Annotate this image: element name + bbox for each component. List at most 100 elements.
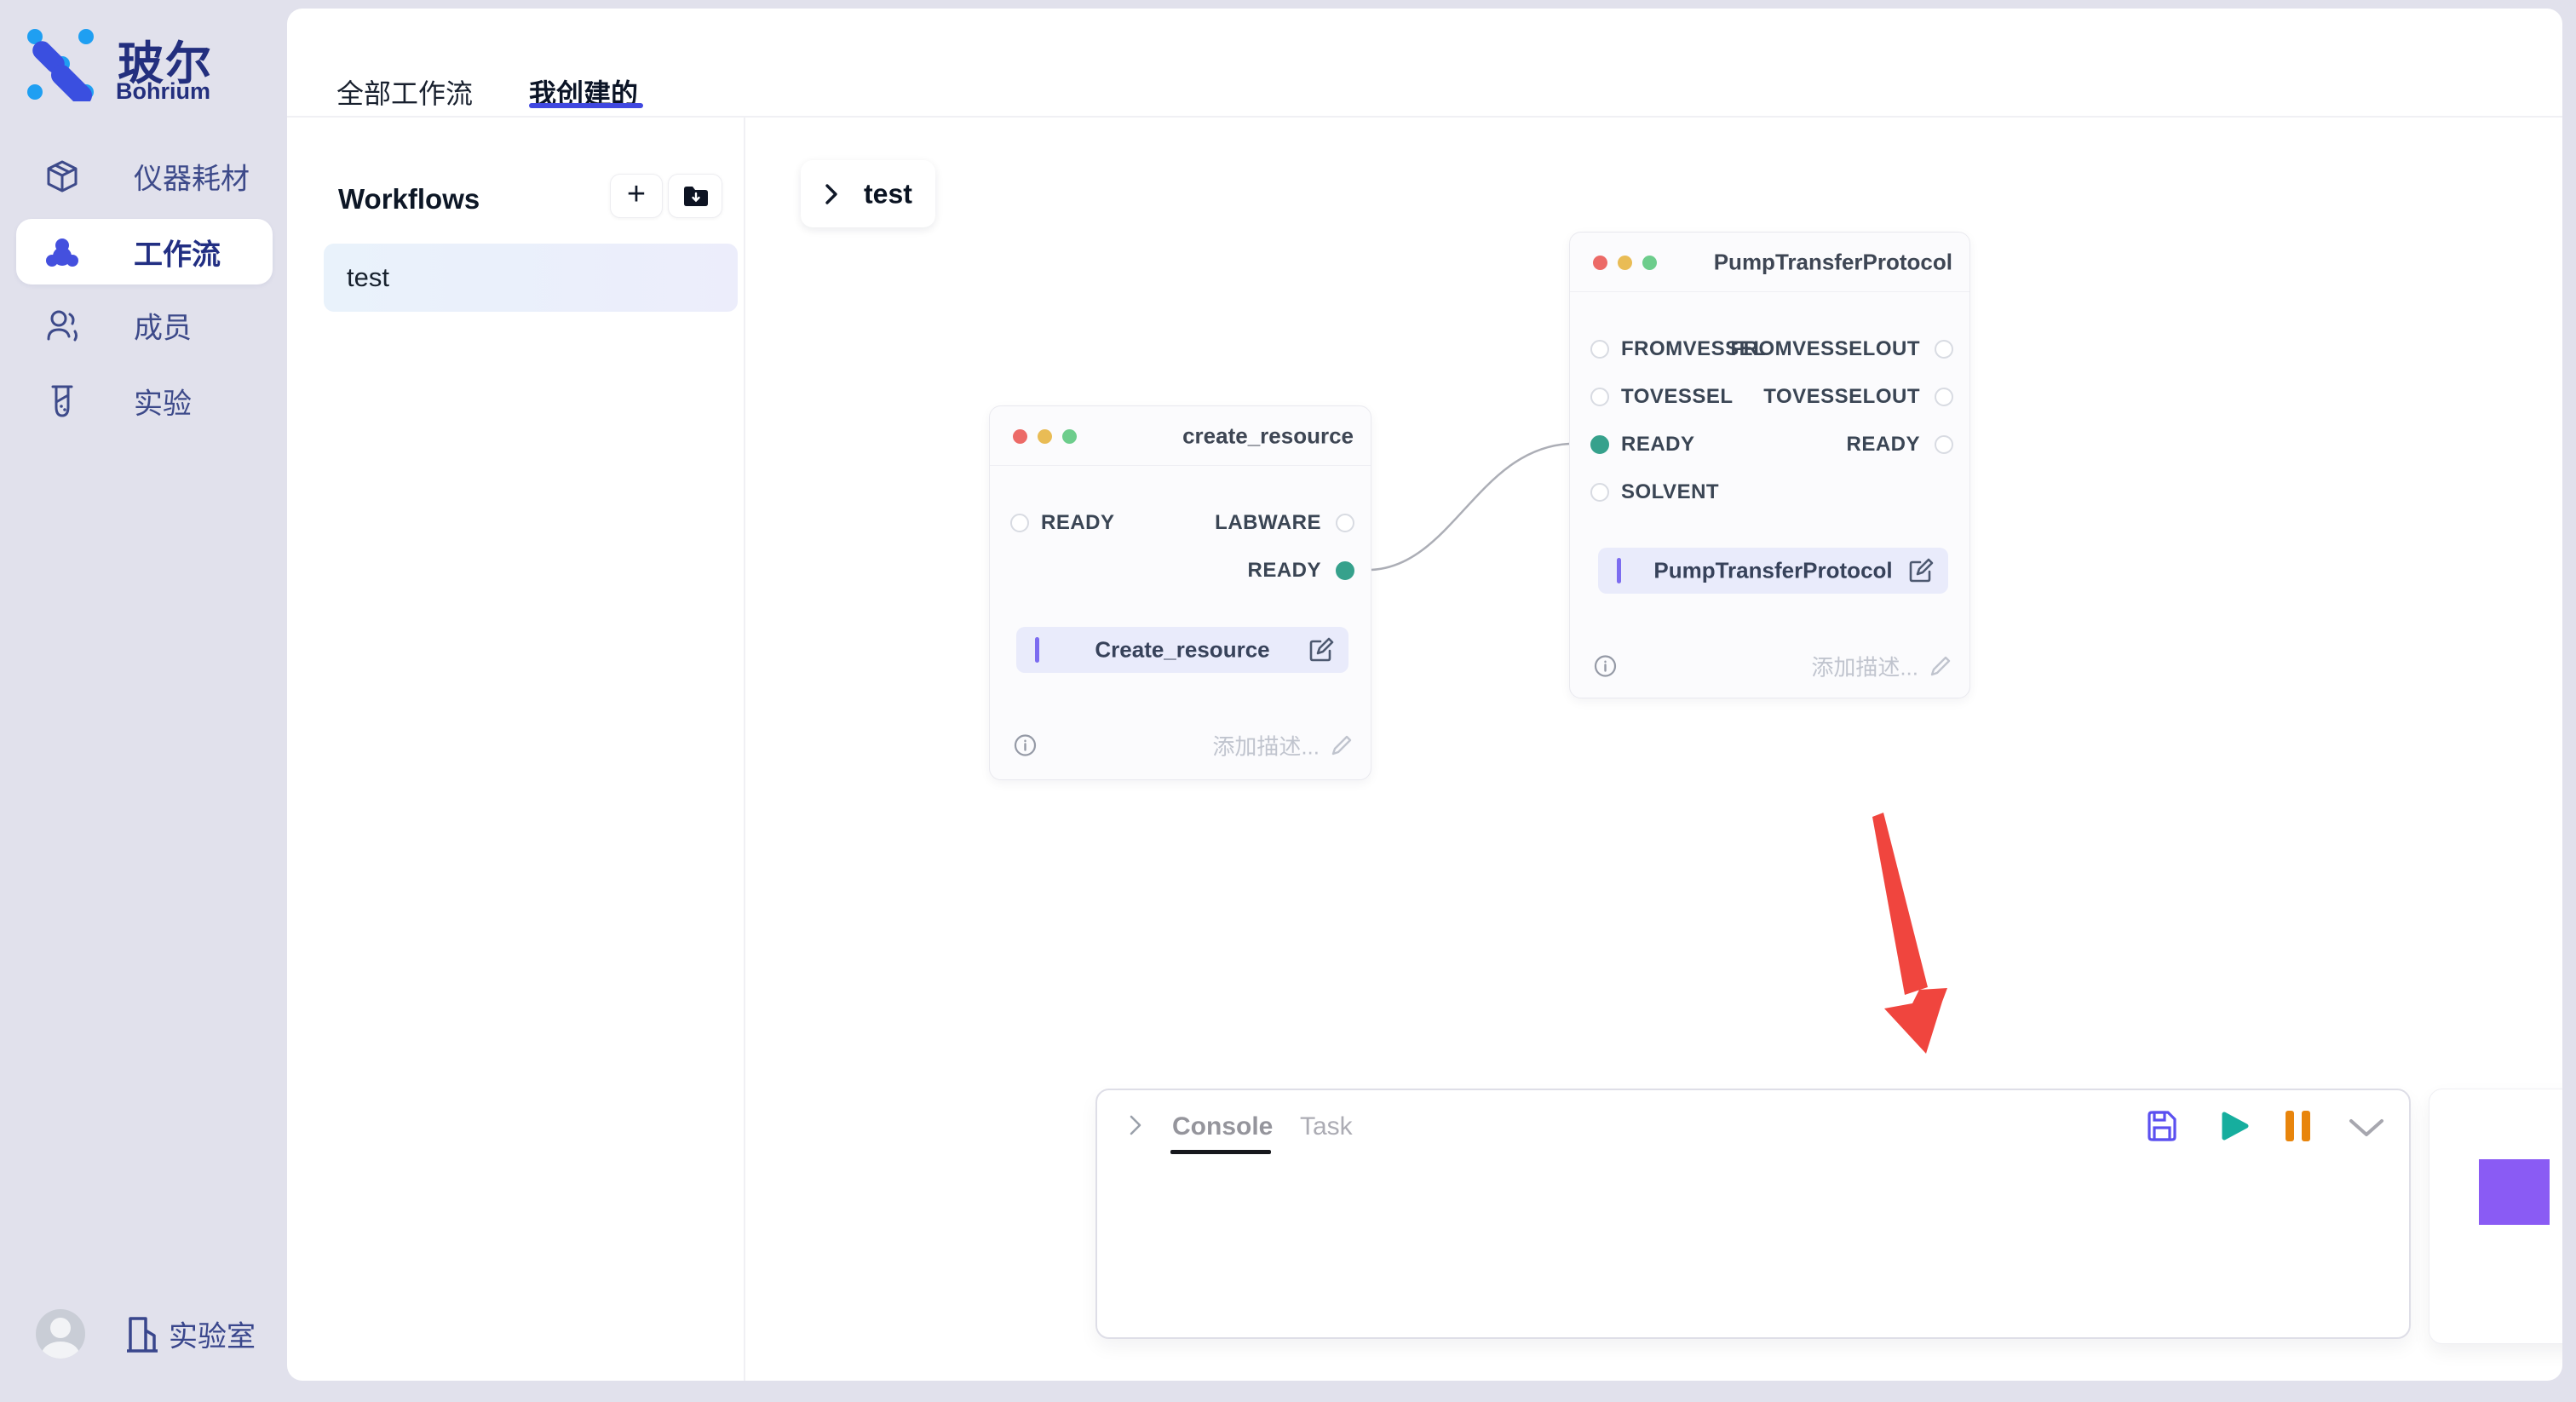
port-label: READY	[1247, 559, 1321, 583]
task-tab[interactable]: Task	[1300, 1112, 1353, 1141]
port-label: FROMVESSELOUT	[1730, 337, 1920, 361]
input-port-ready[interactable]	[1010, 514, 1029, 532]
minimap-node-create-resource	[2479, 1159, 2550, 1225]
port-label: TOVESSEL	[1621, 385, 1734, 409]
description-placeholder[interactable]: 添加描述...	[1212, 730, 1320, 761]
input-port-tovessel[interactable]	[1590, 388, 1609, 406]
port-row: SOLVENT	[1570, 478, 1969, 507]
save-icon[interactable]	[2146, 1109, 2178, 1143]
workflow-canvas[interactable]: test ⌘ 美化	[745, 118, 2562, 1381]
workflows-panel: Workflows + test	[287, 118, 745, 1381]
sidebar-item-label: 成员	[134, 305, 192, 347]
sidebar-footer: 实验室	[0, 1301, 284, 1370]
input-port-fromvessel[interactable]	[1590, 340, 1609, 359]
breadcrumb[interactable]: test	[801, 160, 935, 227]
pause-icon[interactable]	[2286, 1111, 2310, 1141]
node-header[interactable]: PumpTransferProtocol	[1570, 233, 1969, 292]
console-active-underline	[1170, 1150, 1271, 1154]
output-port-fromvesselout[interactable]	[1935, 340, 1953, 359]
node-action-button[interactable]: PumpTransferProtocol	[1598, 548, 1948, 594]
port-label: LABWARE	[1215, 511, 1321, 535]
sidebar-item-workflow[interactable]: 工作流	[16, 219, 273, 284]
sidebar-item-label: 实验	[134, 381, 192, 422]
console-panel: Console Task	[1095, 1089, 2411, 1339]
add-workflow-button[interactable]: +	[610, 174, 663, 218]
building-icon	[125, 1315, 159, 1353]
info-icon[interactable]	[1594, 655, 1617, 678]
pause-bar	[2302, 1111, 2310, 1141]
pencil-icon[interactable]	[1929, 654, 1952, 678]
output-port-ready[interactable]	[1336, 561, 1354, 580]
port-label: READY	[1621, 433, 1695, 457]
chevron-right-icon	[823, 182, 840, 206]
node-action-button[interactable]: Create_resource	[1016, 627, 1348, 673]
sidebar-item-experiment[interactable]: 实验	[0, 371, 284, 431]
port-label: READY	[1041, 511, 1115, 535]
lab-switcher[interactable]: 实验室	[169, 1313, 256, 1355]
node-dot-green	[1642, 256, 1657, 270]
port-label: SOLVENT	[1621, 480, 1719, 504]
pencil-icon[interactable]	[1330, 733, 1354, 757]
edit-icon[interactable]	[1907, 557, 1935, 584]
page-scrollbar-track[interactable]	[2562, 0, 2576, 1402]
node-action-label: Create_resource	[1016, 637, 1348, 664]
members-icon	[44, 307, 80, 343]
bohrium-logo-icon	[27, 28, 99, 101]
node-title: PumpTransferProtocol	[1714, 249, 1952, 275]
brand-name-en: Bohrium	[116, 78, 210, 105]
port-row: READY LABWARE	[990, 509, 1371, 537]
main-content-card: 全部工作流 我创建的 Workflows + test	[287, 9, 2562, 1381]
port-label: TOVESSELOUT	[1763, 385, 1920, 409]
output-port-labware[interactable]	[1336, 514, 1354, 532]
top-tabbar: 全部工作流 我创建的	[287, 9, 2562, 118]
output-port-tovesselout[interactable]	[1935, 388, 1953, 406]
node-action-label: PumpTransferProtocol	[1598, 558, 1948, 584]
port-row: FROMVESSEL FROMVESSELOUT	[1570, 335, 1969, 364]
sidebar: 玻尔 Bohrium 仪器耗材 工作流 成员	[0, 0, 284, 1402]
experiment-icon	[44, 383, 80, 419]
import-folder-button[interactable]	[668, 174, 722, 218]
sidebar-item-consumables[interactable]: 仪器耗材	[0, 147, 284, 206]
node-create-resource[interactable]: create_resource READY LABWARE READY Crea…	[989, 405, 1371, 780]
node-footer: 添加描述...	[990, 731, 1371, 760]
workflows-panel-title: Workflows	[338, 183, 480, 215]
port-row: TOVESSEL TOVESSELOUT	[1570, 382, 1969, 411]
app-window: 玻尔 Bohrium 仪器耗材 工作流 成员	[0, 0, 2576, 1402]
node-pump-transfer-protocol[interactable]: PumpTransferProtocol FROMVESSEL FROMVESS…	[1569, 232, 1970, 698]
output-port-ready[interactable]	[1935, 435, 1953, 454]
run-play-icon[interactable]	[2217, 1109, 2251, 1143]
sidebar-item-label: 仪器耗材	[134, 156, 250, 198]
description-placeholder[interactable]: 添加描述...	[1811, 651, 1918, 682]
breadcrumb-label: test	[864, 178, 912, 210]
pause-bar	[2286, 1111, 2294, 1141]
port-row: READY READY	[1570, 430, 1969, 459]
console-tab[interactable]: Console	[1172, 1112, 1273, 1141]
node-dot-red	[1013, 429, 1027, 444]
active-tab-underline	[529, 103, 643, 108]
minimap[interactable]	[2429, 1089, 2576, 1344]
info-icon[interactable]	[1014, 734, 1037, 757]
folder-download-icon	[682, 185, 710, 208]
workflow-icon	[44, 234, 80, 270]
node-dot-green	[1062, 429, 1077, 444]
edit-icon[interactable]	[1308, 636, 1335, 664]
port-label: READY	[1846, 433, 1920, 457]
user-avatar[interactable]	[36, 1309, 85, 1359]
chevron-down-icon[interactable]	[2348, 1118, 2385, 1138]
sidebar-item-label: 工作流	[134, 231, 221, 273]
package-icon	[44, 158, 80, 194]
node-dot-yellow	[1038, 429, 1052, 444]
collapse-chevron-icon[interactable]	[1126, 1112, 1145, 1138]
input-port-solvent[interactable]	[1590, 483, 1609, 502]
node-header[interactable]: create_resource	[990, 406, 1371, 466]
tab-all-workflows[interactable]: 全部工作流	[336, 72, 473, 112]
node-dot-yellow	[1618, 256, 1632, 270]
node-footer: 添加描述...	[1570, 652, 1969, 681]
node-title: create_resource	[1182, 422, 1354, 449]
node-dot-red	[1593, 256, 1607, 270]
port-row: READY	[990, 556, 1371, 585]
sidebar-item-members[interactable]: 成员	[0, 296, 284, 355]
workflow-name: test	[347, 262, 389, 293]
input-port-ready[interactable]	[1590, 435, 1609, 454]
workflow-list-item-test[interactable]: test	[324, 244, 738, 312]
